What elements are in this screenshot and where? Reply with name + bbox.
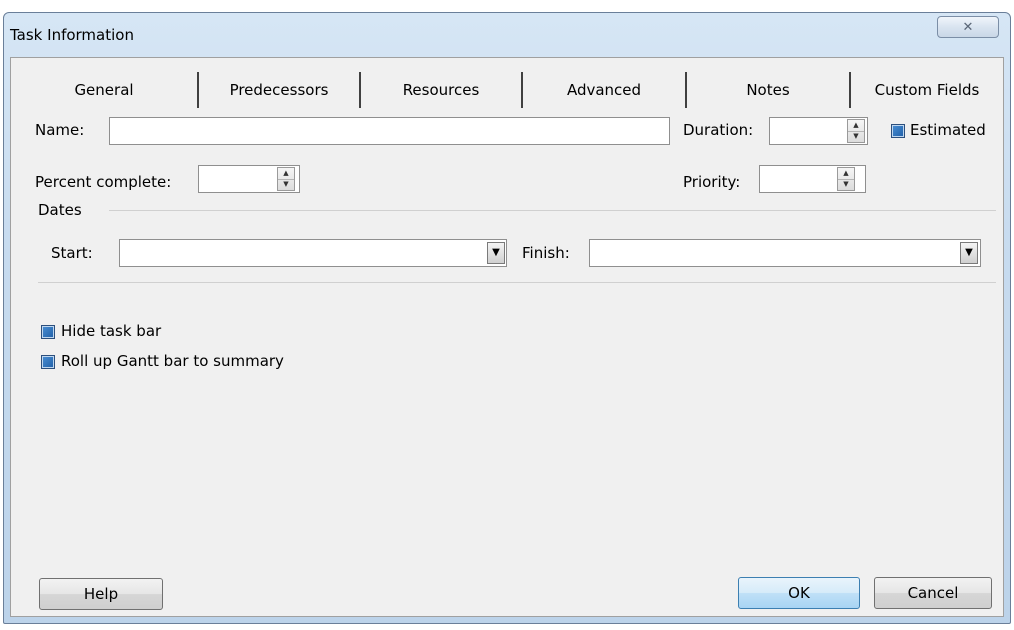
duration-spinner[interactable]: ▲ ▼ (847, 119, 865, 143)
cancel-button[interactable]: Cancel (874, 577, 992, 609)
hide-task-bar-checkbox[interactable] (41, 325, 55, 339)
name-label: Name: (35, 121, 85, 139)
estimated-label: Estimated (910, 121, 986, 139)
start-label: Start: (51, 244, 93, 262)
tab-advanced[interactable]: Advanced (523, 72, 687, 108)
ok-button[interactable]: OK (738, 577, 860, 609)
tab-resources[interactable]: Resources (361, 72, 523, 108)
task-information-window: Task Information ✕ General Predecessors … (3, 12, 1011, 624)
priority-label: Priority: (683, 173, 741, 191)
chevron-down-icon: ▼ (965, 247, 973, 258)
rollup-checkbox[interactable] (41, 355, 55, 369)
percent-complete-label: Percent complete: (35, 173, 172, 191)
start-date-combo[interactable] (119, 239, 507, 267)
duration-label: Duration: (683, 121, 754, 139)
spin-down-icon[interactable]: ▼ (848, 131, 864, 142)
estimated-checkbox[interactable] (891, 124, 905, 138)
dates-group-label: Dates (38, 201, 82, 219)
dates-divider (109, 210, 996, 211)
title-bar: Task Information ✕ (4, 13, 1010, 57)
tab-predecessors[interactable]: Predecessors (199, 72, 361, 108)
finish-dropdown-button[interactable]: ▼ (960, 242, 978, 264)
window-title: Task Information (10, 26, 134, 44)
tab-custom-fields[interactable]: Custom Fields (851, 72, 1003, 108)
close-button[interactable]: ✕ (937, 16, 999, 38)
rollup-label: Roll up Gantt bar to summary (61, 352, 284, 370)
chevron-down-icon: ▼ (492, 247, 500, 258)
spin-down-icon[interactable]: ▼ (838, 179, 854, 190)
spin-down-icon[interactable]: ▼ (278, 179, 294, 190)
finish-date-combo[interactable] (589, 239, 981, 267)
priority-spinner[interactable]: ▲ ▼ (837, 167, 855, 191)
start-dropdown-button[interactable]: ▼ (487, 242, 505, 264)
section-divider (38, 282, 996, 283)
help-button[interactable]: Help (39, 578, 163, 610)
dialog-body: General Predecessors Resources Advanced … (10, 57, 1004, 617)
finish-label: Finish: (522, 244, 570, 262)
name-input[interactable] (109, 117, 670, 145)
tab-notes[interactable]: Notes (687, 72, 851, 108)
tab-general[interactable]: General (11, 72, 199, 108)
hide-task-bar-label: Hide task bar (61, 322, 162, 340)
tab-strip: General Predecessors Resources Advanced … (11, 58, 1003, 118)
close-icon: ✕ (962, 19, 974, 35)
percent-complete-spinner[interactable]: ▲ ▼ (277, 167, 295, 191)
